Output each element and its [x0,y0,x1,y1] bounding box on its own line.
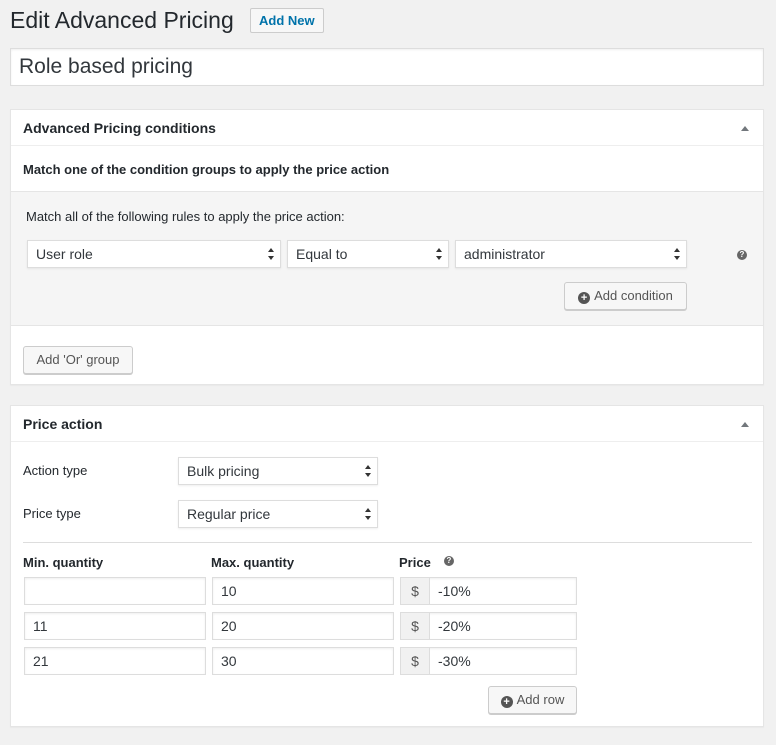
conditions-box-header[interactable]: Advanced Pricing conditions [11,110,763,146]
price-type-select[interactable]: Regular price [178,500,378,528]
price-input[interactable]: $ -30% [400,647,577,675]
match-text: Match one of the condition groups to app… [23,162,390,177]
select-arrows-icon [674,247,681,261]
max-quantity-input[interactable]: 30 [212,647,394,675]
condition-operator-value: Equal to [296,246,348,262]
price-type-value: Regular price [187,506,271,522]
condition-value-value: administrator [464,246,545,262]
match-header: Match one of the condition groups to app… [11,147,763,192]
page-title: Edit Advanced Pricing [10,7,234,33]
price-header: Price [399,555,431,570]
price-value: -10% [438,583,471,599]
conditions-box: Advanced Pricing conditions Match one of… [10,109,764,385]
conditions-box-title: Advanced Pricing conditions [23,120,216,136]
plus-circle-icon: + [500,696,513,708]
price-action-box: Price action Action type Bulk pricing Pr… [10,405,764,727]
select-arrows-icon [365,464,372,478]
rules-text: Match all of the following rules to appl… [26,209,345,224]
add-new-button[interactable]: Add New [250,8,324,33]
collapse-arrow-icon[interactable] [741,422,749,427]
select-arrows-icon [268,247,275,261]
condition-operator-select[interactable]: Equal to [287,240,449,268]
help-icon[interactable]: ? [444,556,454,566]
max-quantity-input[interactable]: 20 [212,612,394,640]
add-or-group-button[interactable]: Add 'Or' group [23,346,133,374]
max-quantity-header: Max. quantity [211,555,295,570]
add-condition-button[interactable]: + Add condition [564,282,687,310]
price-input[interactable]: $ -10% [400,577,577,605]
currency-symbol: $ [401,578,430,604]
plus-circle-icon: + [578,292,591,304]
price-value: -20% [438,618,471,634]
add-condition-label: Add condition [594,288,673,303]
price-action-box-title: Price action [23,416,103,432]
condition-group: Match all of the following rules to appl… [11,192,763,326]
price-value: -30% [438,653,471,669]
action-type-label: Action type [23,463,88,478]
condition-field-select[interactable]: User role [27,240,281,268]
min-quantity-input[interactable] [24,577,206,605]
currency-symbol: $ [401,613,430,639]
divider [23,542,752,543]
select-arrows-icon [436,247,443,261]
min-quantity-header: Min. quantity [23,555,104,570]
max-quantity-input[interactable]: 10 [212,577,394,605]
action-type-select[interactable]: Bulk pricing [178,457,378,485]
price-type-label: Price type [23,506,81,521]
condition-field-value: User role [36,246,93,262]
add-row-label: Add row [516,692,565,707]
price-input[interactable]: $ -20% [400,612,577,640]
collapse-arrow-icon[interactable] [741,126,749,131]
min-quantity-input[interactable]: 11 [24,612,206,640]
min-quantity-input[interactable]: 21 [24,647,206,675]
select-arrows-icon [365,507,372,521]
title-input[interactable]: Role based pricing [10,48,764,86]
help-icon[interactable]: ? [737,250,747,260]
add-row-button[interactable]: + Add row [488,686,577,714]
price-action-box-header[interactable]: Price action [11,406,763,442]
condition-value-select[interactable]: administrator [455,240,687,268]
action-type-value: Bulk pricing [187,463,260,479]
currency-symbol: $ [401,648,430,674]
